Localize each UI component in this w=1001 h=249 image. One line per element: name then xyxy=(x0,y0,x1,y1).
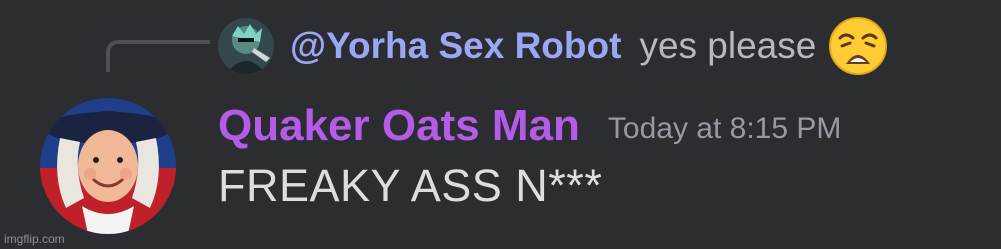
reply-avatar[interactable] xyxy=(218,18,274,74)
chat-message: @Yorha Sex Robot yes please Quaker Oats … xyxy=(0,0,1001,249)
weary-face-emoji-icon xyxy=(828,16,888,76)
reply-spine xyxy=(106,40,210,72)
watermark: imgflip.com xyxy=(4,232,65,246)
reply-message-text[interactable]: yes please xyxy=(639,25,816,67)
message-text: FREAKY ASS N*** xyxy=(218,160,603,211)
message-header: Quaker Oats Man Today at 8:15 PM xyxy=(218,98,841,154)
author-name[interactable]: Quaker Oats Man xyxy=(218,101,580,151)
reply-author-name[interactable]: @Yorha Sex Robot xyxy=(290,25,621,67)
author-avatar[interactable] xyxy=(40,98,176,234)
reply-reference[interactable]: @Yorha Sex Robot yes please xyxy=(218,16,888,76)
message-timestamp[interactable]: Today at 8:15 PM xyxy=(608,106,841,146)
